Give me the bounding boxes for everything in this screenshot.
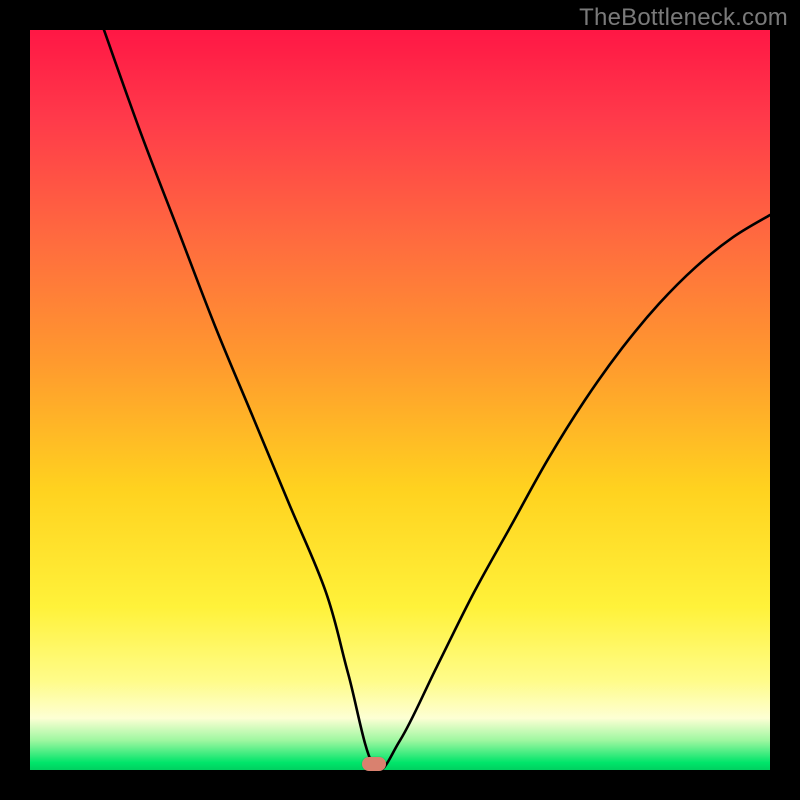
plot-area — [30, 30, 770, 770]
bottleneck-curve — [30, 30, 770, 770]
watermark-text: TheBottleneck.com — [579, 4, 788, 32]
optimal-point-marker — [362, 757, 386, 771]
chart-container: TheBottleneck.com — [0, 0, 800, 800]
